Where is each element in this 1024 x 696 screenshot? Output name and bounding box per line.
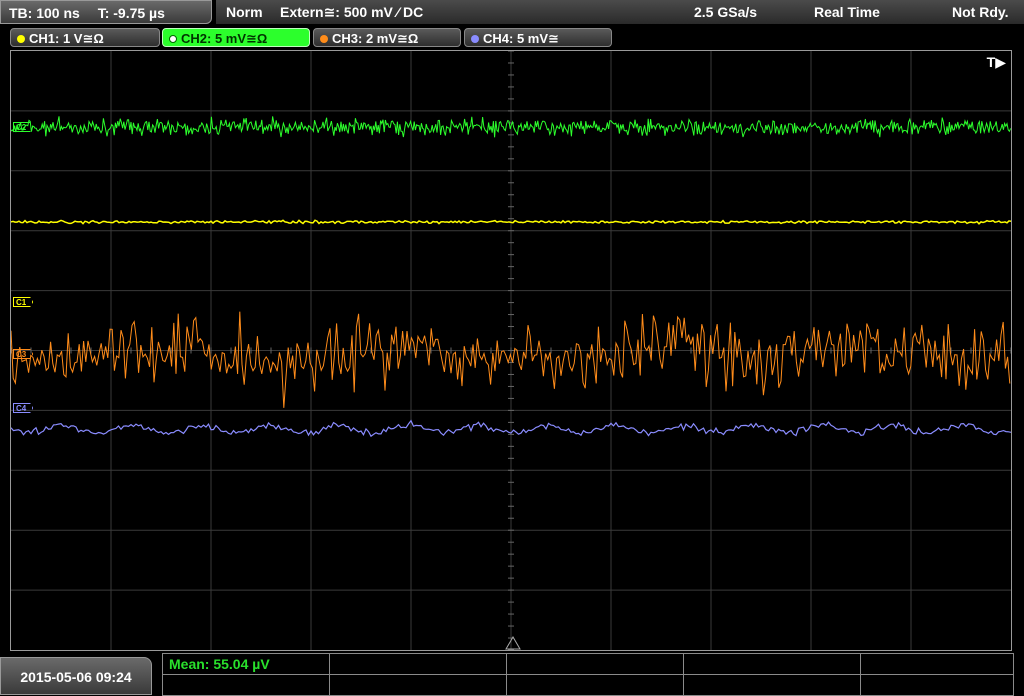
tab-ch3[interactable]: CH3: 2 mV≅Ω	[313, 28, 461, 47]
measurement-slot-8[interactable]	[506, 674, 684, 696]
ch2-label: CH2: 5 mV≅Ω	[181, 31, 268, 46]
measurement-slot-2[interactable]	[329, 653, 507, 675]
measurement-slot-4[interactable]	[683, 653, 861, 675]
ch1-label: CH1: 1 V≅Ω	[29, 31, 104, 46]
acquisition-status: Not Rdy.	[952, 4, 1009, 20]
measurement-slot-9[interactable]	[683, 674, 861, 696]
tab-ch2[interactable]: CH2: 5 mV≅Ω	[162, 28, 310, 47]
timebase-value: TB: 100 ns	[9, 5, 80, 21]
trigger-status-row[interactable]: Norm Extern≅: 500 mV ⁄ DC 2.5 GSa/s Real…	[216, 0, 1024, 24]
trigger-offset-marker[interactable]: T▶	[987, 54, 1006, 71]
timebase-display[interactable]: TB: 100 ns T: -9.75 µs	[0, 0, 212, 24]
ch1-marker-label: C1	[16, 298, 27, 307]
measurement-slot-10[interactable]	[860, 674, 1014, 696]
waveform-canvas	[11, 51, 1011, 650]
datetime-value: 2015-05-06 09:24	[20, 669, 132, 685]
ch3-color-icon	[320, 35, 328, 43]
trigger-source: Extern≅: 500 mV ⁄ DC	[280, 4, 424, 20]
ch3-marker-label: C3	[16, 350, 27, 359]
measurement-slot-5[interactable]	[860, 653, 1014, 675]
tab-ch4[interactable]: CH4: 5 mV≅	[464, 28, 612, 47]
measurement-slot-3[interactable]	[506, 653, 684, 675]
measurement-mean[interactable]: Mean: 55.04 µV	[162, 653, 330, 675]
tab-ch1[interactable]: CH1: 1 V≅Ω	[10, 28, 160, 47]
ch4-marker-label: C4	[16, 404, 27, 413]
ch2-marker-label: C2	[16, 123, 27, 132]
trigger-time-value: T: -9.75 µs	[97, 5, 165, 21]
top-status-bar: TB: 100 ns T: -9.75 µs Norm Extern≅: 500…	[0, 0, 1024, 26]
trigger-position-icon	[505, 636, 521, 650]
ch2-offset-marker[interactable]: C2	[13, 122, 34, 132]
sample-rate: 2.5 GSa/s	[694, 4, 758, 20]
ch4-color-icon	[471, 35, 479, 43]
measurement-slot-6[interactable]	[162, 674, 330, 696]
ch1-offset-marker[interactable]: C1	[13, 297, 34, 307]
trigger-mode: Norm	[226, 4, 263, 20]
waveform-display[interactable]: C2 C1 C3 C4	[10, 50, 1012, 651]
ch4-offset-marker[interactable]: C4	[13, 403, 34, 413]
ch3-label: CH3: 2 mV≅Ω	[332, 31, 419, 46]
acquisition-mode: Real Time	[814, 4, 880, 20]
datetime-display: 2015-05-06 09:24	[0, 657, 152, 695]
ch1-color-icon	[17, 35, 25, 43]
ch3-offset-marker[interactable]: C3	[13, 349, 34, 359]
ch2-color-icon	[169, 35, 177, 43]
measurement-table: Mean: 55.04 µV	[162, 653, 1014, 696]
ch4-label: CH4: 5 mV≅	[483, 31, 559, 46]
measurement-slot-7[interactable]	[329, 674, 507, 696]
